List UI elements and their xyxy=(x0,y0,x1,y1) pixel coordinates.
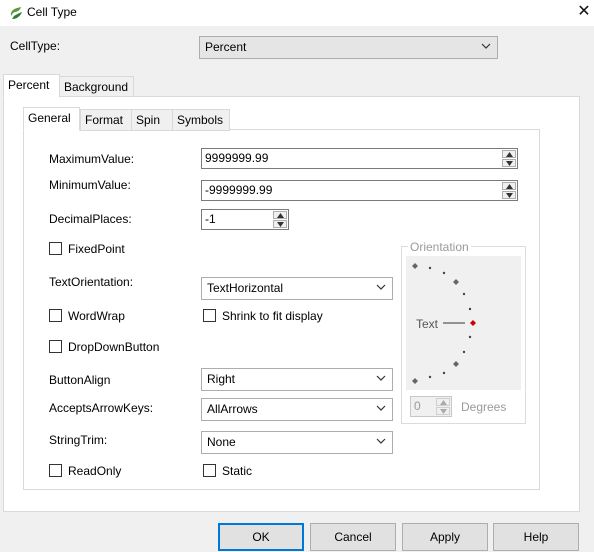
wordwrap-checkbox[interactable] xyxy=(49,309,62,322)
minimum-spinner[interactable] xyxy=(502,182,516,199)
minimum-input[interactable]: -9999999.99 xyxy=(201,180,518,201)
chevron-down-icon xyxy=(481,43,491,49)
chevron-down-icon xyxy=(376,438,386,444)
ok-button[interactable]: OK xyxy=(218,523,304,551)
arrowkeys-select[interactable]: AllArrows xyxy=(201,398,393,421)
close-icon[interactable]: ✕ xyxy=(574,2,594,22)
celltype-label: CellType: xyxy=(10,39,61,53)
tab-spin[interactable]: Spin xyxy=(131,109,173,131)
tab-percent[interactable]: Percent xyxy=(3,74,60,98)
maximum-value: 9999999.99 xyxy=(205,151,269,165)
textorientation-value: TextHorizontal xyxy=(207,281,284,295)
decimalplaces-input[interactable]: -1 xyxy=(201,209,289,230)
tab-general[interactable]: General xyxy=(23,107,80,131)
spin-up-icon[interactable] xyxy=(502,182,516,190)
chevron-down-icon xyxy=(376,405,386,411)
fixedpoint-checkbox[interactable] xyxy=(49,242,62,255)
textorientation-select[interactable]: TextHorizontal xyxy=(201,277,393,300)
orientation-text-label: Text xyxy=(416,317,439,331)
spin-down-icon[interactable] xyxy=(502,191,516,199)
stringtrim-value: None xyxy=(207,435,236,449)
tab-symbols[interactable]: Symbols xyxy=(172,109,230,131)
textorientation-label: TextOrientation: xyxy=(49,275,134,289)
spin-up-icon[interactable] xyxy=(436,398,450,406)
shrink-checkbox[interactable] xyxy=(203,309,216,322)
minimum-value: -9999999.99 xyxy=(205,183,273,197)
wordwrap-label: WordWrap xyxy=(68,309,125,323)
decimalplaces-label: DecimalPlaces: xyxy=(49,212,132,226)
apply-button[interactable]: Apply xyxy=(402,523,488,551)
spin-down-icon[interactable] xyxy=(502,159,516,167)
fixedpoint-label: FixedPoint xyxy=(68,242,125,256)
buttonalign-value: Right xyxy=(207,372,236,386)
arrowkeys-label: AcceptsArrowKeys: xyxy=(49,401,154,415)
static-checkbox[interactable] xyxy=(203,464,216,477)
tab-background[interactable]: Background xyxy=(59,76,134,98)
dropdownbutton-label: DropDownButton xyxy=(68,340,160,354)
spread-logo-icon xyxy=(10,7,22,19)
spin-up-icon[interactable] xyxy=(502,150,516,158)
readonly-label: ReadOnly xyxy=(68,464,122,478)
degrees-label: Degrees xyxy=(461,400,507,414)
dropdownbutton-checkbox[interactable] xyxy=(49,340,62,353)
spin-down-icon[interactable] xyxy=(273,220,287,228)
orientation-dial[interactable]: Text xyxy=(406,256,521,390)
orientation-group-label: Orientation xyxy=(408,240,471,254)
degrees-spinner[interactable] xyxy=(436,398,450,415)
window-title: Cell Type xyxy=(27,5,77,19)
maximum-input[interactable]: 9999999.99 xyxy=(201,148,518,169)
celltype-value: Percent xyxy=(205,40,247,54)
stringtrim-label: StringTrim: xyxy=(49,433,108,447)
title-bar xyxy=(0,0,594,26)
chevron-down-icon xyxy=(376,375,386,381)
tab-format[interactable]: Format xyxy=(80,109,132,131)
decimalplaces-spinner[interactable] xyxy=(273,211,287,228)
buttonalign-select[interactable]: Right xyxy=(201,368,393,391)
spin-down-icon[interactable] xyxy=(436,407,450,415)
stringtrim-select[interactable]: None xyxy=(201,431,393,454)
arrowkeys-value: AllArrows xyxy=(207,402,258,416)
celltype-select[interactable]: Percent xyxy=(199,36,498,59)
decimalplaces-value: -1 xyxy=(205,212,216,226)
cancel-button[interactable]: Cancel xyxy=(310,523,396,551)
maximum-label: MaximumValue: xyxy=(49,152,135,166)
help-button[interactable]: Help xyxy=(493,523,579,551)
degrees-value: 0 xyxy=(414,399,421,413)
minimum-label: MinimumValue: xyxy=(49,178,131,192)
static-label: Static xyxy=(222,464,253,478)
spin-up-icon[interactable] xyxy=(273,211,287,219)
degrees-input[interactable]: 0 xyxy=(410,396,452,417)
buttonalign-label: ButtonAlign xyxy=(49,373,111,387)
maximum-spinner[interactable] xyxy=(502,150,516,167)
chevron-down-icon xyxy=(376,284,386,290)
shrink-label: Shrink to fit display xyxy=(222,309,323,323)
readonly-checkbox[interactable] xyxy=(49,464,62,477)
